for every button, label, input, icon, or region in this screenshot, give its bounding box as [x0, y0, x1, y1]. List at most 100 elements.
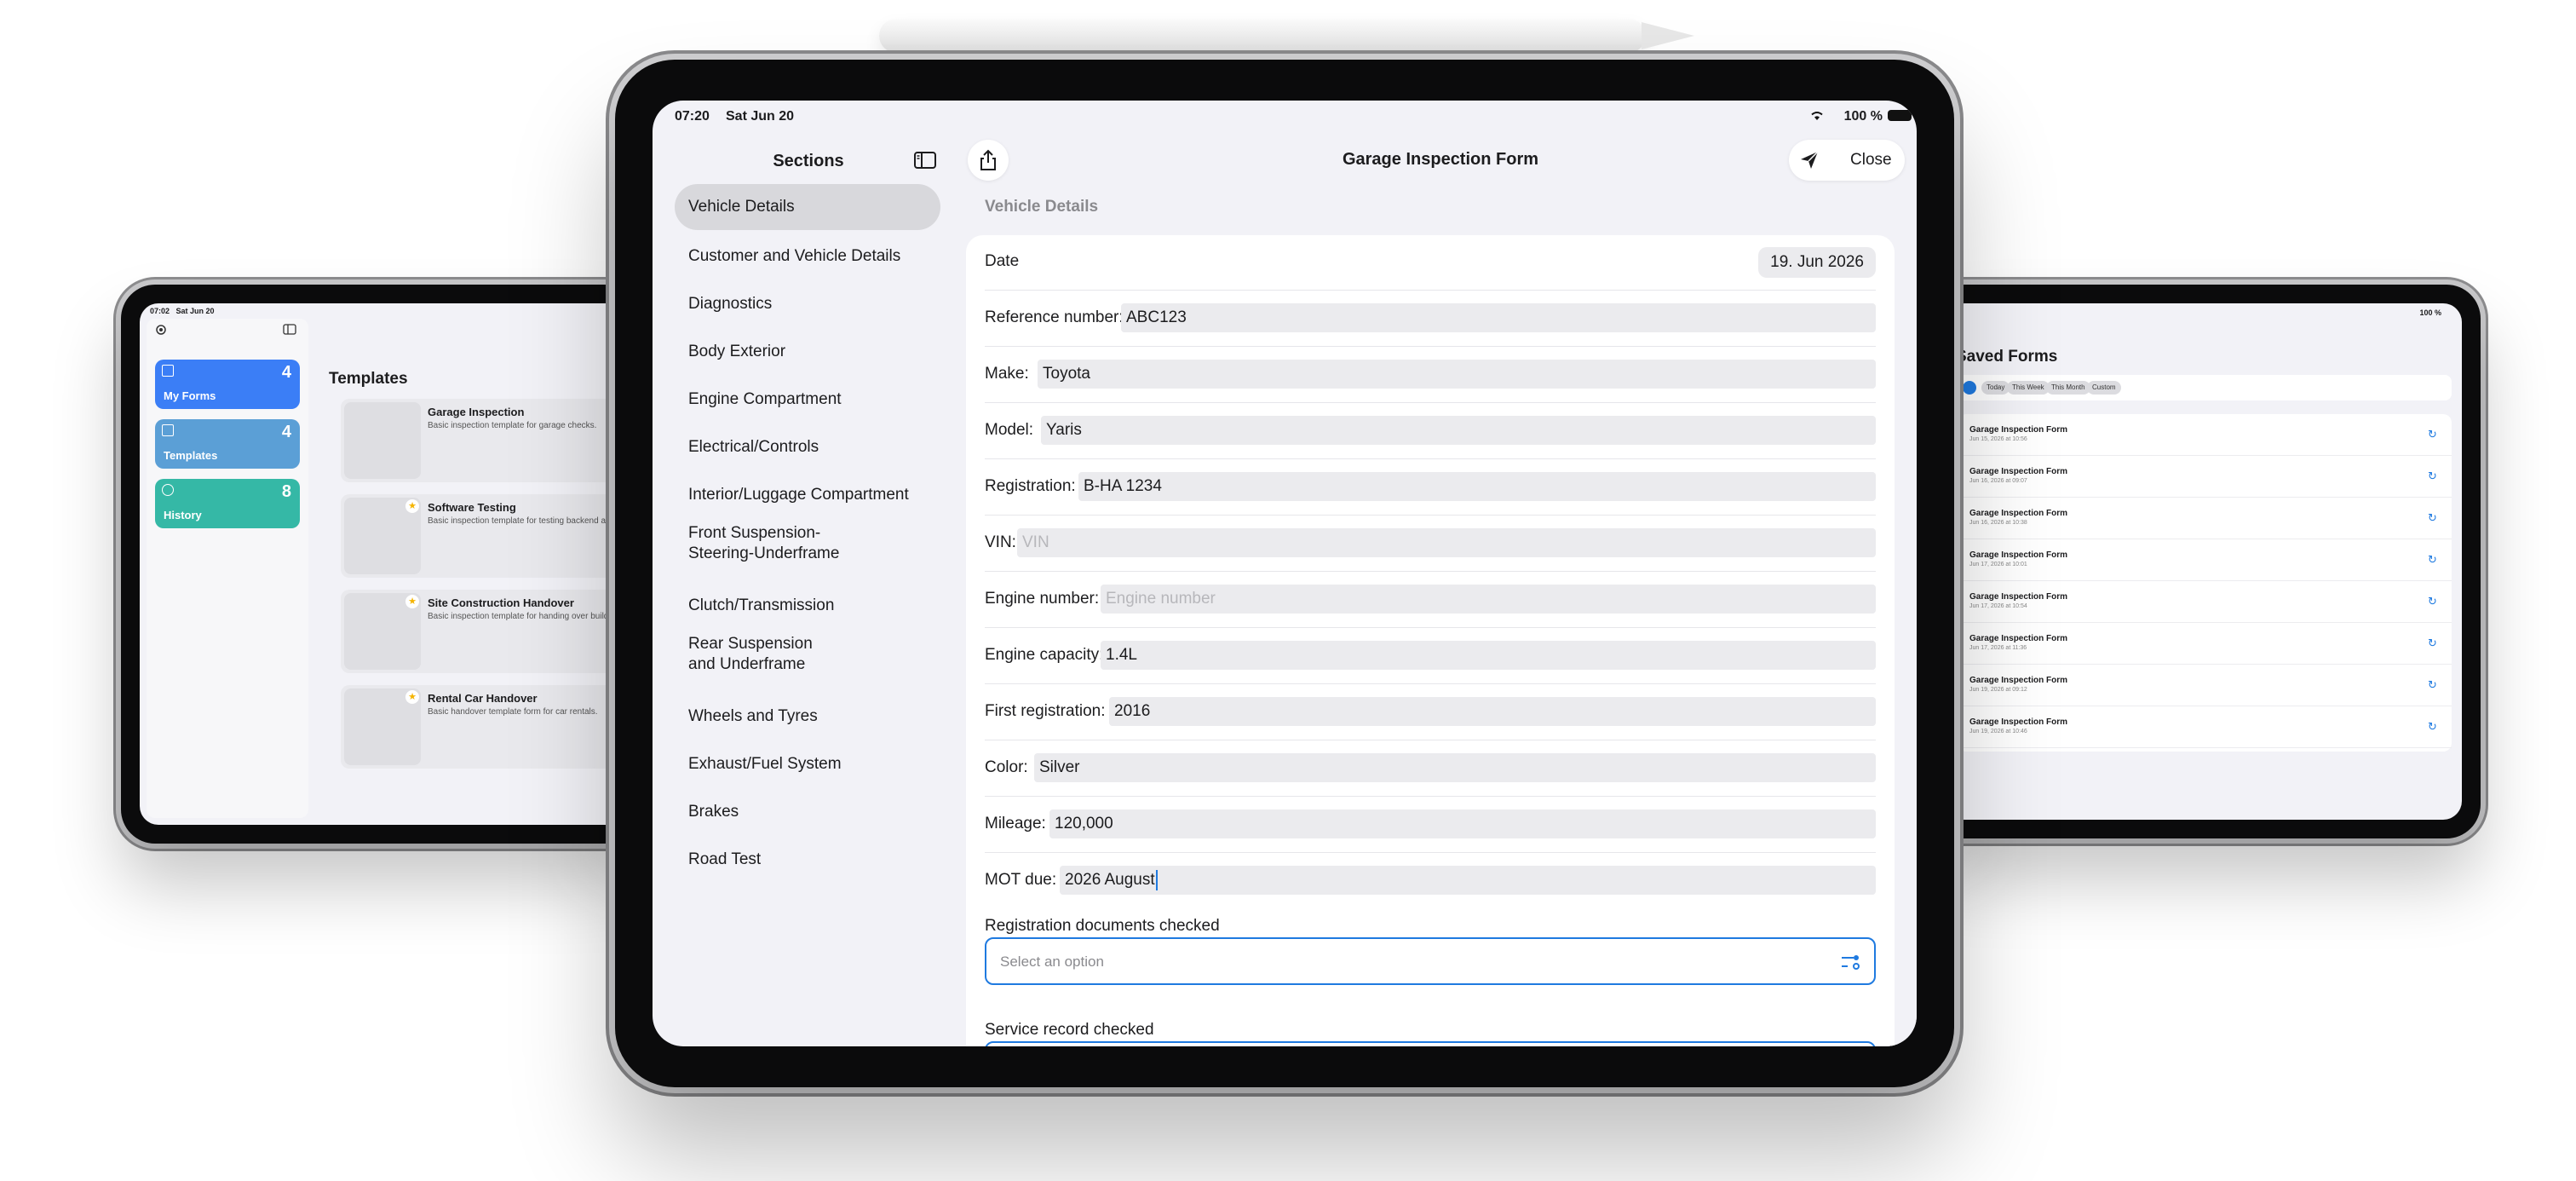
field-input[interactable]: VIN	[1017, 528, 1876, 557]
right-ipad: 100 % Saved Forms All Today This Week This …	[1927, 285, 2481, 838]
field-label: Make:	[985, 365, 1029, 383]
section-item-electrical-controls[interactable]: Electrical/Controls	[675, 424, 940, 470]
saved-form-title: Garage Inspection Form	[1969, 509, 2068, 518]
favorite-star-icon[interactable]: ★	[405, 499, 419, 513]
sidebar-toggle-icon[interactable]	[913, 150, 937, 170]
field-input[interactable]: Yaris	[1041, 416, 1876, 445]
saved-form-row[interactable]: Garage Inspection Form Jun 15, 2026 at 10…	[1958, 414, 2452, 456]
left-status-date: Sat Jun 20	[175, 307, 215, 315]
filter-chip[interactable]: This Month	[2046, 381, 2090, 395]
form-title: Garage Inspection Form	[1342, 150, 1539, 169]
question-label: Service record checked	[985, 1021, 1154, 1039]
marketing-stage: 07:02 Sat Jun 20 4 My Forms 4 Templates 8 His…	[0, 0, 2576, 1181]
field-row-mot-due: MOT due: 2026 August	[985, 854, 1876, 909]
option-select[interactable]: Select an option	[985, 937, 1876, 985]
saved-form-row[interactable]: Garage Inspection Form Jun 17, 2026 at 10…	[1958, 539, 2452, 581]
field-input[interactable]: ABC123	[1121, 303, 1876, 332]
section-item-rear-suspension-and-underframe[interactable]: Rear Suspension and Underframe	[675, 631, 940, 678]
select-placeholder: Select an option	[1000, 953, 1104, 970]
vehicle-details-card: Date 19. Jun 2026 Reference number: ABC12…	[966, 235, 1895, 1046]
option-select[interactable]	[985, 1041, 1876, 1046]
saved-form-date: Jun 19, 2026 at 10:46	[1969, 729, 2027, 735]
saved-form-row[interactable]: Garage Inspection Form Jun 17, 2026 at 11…	[1958, 623, 2452, 665]
reload-icon[interactable]: ↻	[2428, 595, 2440, 608]
reload-icon[interactable]: ↻	[2428, 428, 2440, 441]
field-input[interactable]: Toyota	[1038, 360, 1876, 389]
field-input[interactable]: 1.4L	[1101, 641, 1876, 670]
summary-card-templates[interactable]: 4 Templates	[155, 419, 300, 469]
summary-card-my-forms[interactable]: 4 My Forms	[155, 360, 300, 409]
field-input[interactable]: Engine number	[1101, 585, 1876, 614]
template-title: Software Testing	[428, 501, 516, 514]
filter-chip[interactable]: This Week	[2007, 381, 2050, 395]
section-item-exhaust-fuel-system[interactable]: Exhaust/Fuel System	[675, 741, 940, 787]
field-input[interactable]: Silver	[1034, 753, 1876, 782]
template-tile[interactable]: ★ Software Testing Basic inspection templa…	[341, 494, 632, 578]
template-tile[interactable]: ★ Rental Car Handover Basic handover templ…	[341, 685, 632, 769]
send-icon[interactable]	[1799, 150, 1820, 170]
field-input[interactable]: 2026 August	[1060, 866, 1876, 895]
saved-form-date: Jun 19, 2026 at 09:12	[1969, 687, 2027, 693]
template-description: Basic inspection template for handing ov…	[428, 612, 632, 621]
pencil-body	[879, 19, 1646, 53]
section-item-brakes[interactable]: Brakes	[675, 789, 940, 835]
section-item-customer-and-vehicle-details[interactable]: Customer and Vehicle Details	[675, 233, 940, 279]
field-row-make: Make: Toyota	[985, 348, 1876, 403]
template-illustration: ★	[344, 593, 421, 670]
field-input[interactable]: 2016	[1109, 697, 1876, 726]
wifi-icon	[1811, 112, 1823, 120]
home-sidebar: 4 My Forms 4 Templates 8 History	[147, 319, 308, 818]
slider-filter-icon	[1842, 955, 1860, 970]
section-item-interior-luggage-compartment[interactable]: Interior/Luggage Compartment	[675, 472, 940, 518]
saved-forms-title: Saved Forms	[1956, 348, 2058, 366]
template-tile[interactable]: Garage Inspection Basic inspection templa…	[341, 399, 632, 482]
field-label: Color:	[985, 758, 1028, 776]
section-item-road-test[interactable]: Road Test	[675, 837, 940, 883]
section-item-wheels-and-tyres[interactable]: Wheels and Tyres	[675, 694, 940, 740]
date-picker[interactable]: 19. Jun 2026	[1758, 247, 1876, 278]
field-input[interactable]: B-HA 1234	[1078, 472, 1876, 501]
reload-icon[interactable]: ↻	[2428, 678, 2440, 691]
gear-icon[interactable]	[155, 324, 167, 336]
field-input[interactable]: 120,000	[1049, 809, 1876, 838]
status-date: Sat Jun 20	[726, 109, 795, 124]
saved-form-title: Garage Inspection Form	[1969, 676, 2068, 685]
template-tile[interactable]: ★ Site Construction Handover Basic inspect…	[341, 590, 632, 673]
filter-chip[interactable]: Today	[1981, 381, 2010, 395]
field-label: Engine capacity:	[985, 646, 1104, 664]
template-description: Basic inspection template for garage che…	[428, 421, 597, 430]
center-ipad-screen: 07:20 Sat Jun 20 100 % Sections Vehicle …	[653, 101, 1917, 1046]
saved-form-row[interactable]: Garage Inspection Form Jun 16, 2026 at 09…	[1958, 456, 2452, 498]
section-item-clutch-transmission[interactable]: Clutch/Transmission	[675, 583, 940, 629]
template-title: Rental Car Handover	[428, 692, 538, 705]
section-item-vehicle-details[interactable]: Vehicle Details	[675, 184, 940, 230]
battery-icon	[1888, 110, 1912, 121]
section-item-front-suspension-steering-underframe[interactable]: Front Suspension- Steering-Underframe	[675, 520, 940, 567]
summary-card-count: 4	[281, 423, 291, 441]
sections-sidebar: Sections Vehicle Details Customer and Veh…	[661, 133, 956, 1038]
favorite-star-icon[interactable]: ★	[405, 595, 419, 608]
reload-icon[interactable]: ↻	[2428, 470, 2440, 482]
section-item-diagnostics[interactable]: Diagnostics	[675, 281, 940, 327]
field-label: VIN:	[985, 533, 1016, 551]
clock-icon	[162, 484, 174, 496]
saved-form-row[interactable]: Garage Inspection Form Jun 19, 2026 at 10…	[1958, 706, 2452, 748]
close-button[interactable]: Close	[1850, 151, 1892, 170]
section-item-body-exterior[interactable]: Body Exterior	[675, 329, 940, 375]
saved-form-row[interactable]: Garage Inspection Form Jun 17, 2026 at 10…	[1958, 581, 2452, 623]
saved-form-row[interactable]: Garage Inspection Form Jun 16, 2026 at 10…	[1958, 498, 2452, 539]
summary-card-history[interactable]: 8 History	[155, 479, 300, 528]
reload-icon[interactable]: ↻	[2428, 511, 2440, 524]
filter-chip[interactable]: Custom	[2087, 381, 2121, 395]
favorite-star-icon[interactable]: ★	[405, 690, 419, 704]
section-item-engine-compartment[interactable]: Engine Compartment	[675, 377, 940, 423]
template-title: Garage Inspection	[428, 406, 525, 418]
battery-percent: 100 %	[1843, 109, 1883, 124]
filter-chip[interactable]: All	[1963, 381, 1976, 395]
saved-form-row[interactable]: Garage Inspection Form Jun 19, 2026 at 09…	[1958, 665, 2452, 706]
saved-form-date: Jun 17, 2026 at 10:54	[1969, 603, 2027, 609]
reload-icon[interactable]: ↻	[2428, 637, 2440, 649]
sidebar-toggle-icon[interactable]	[283, 324, 296, 335]
reload-icon[interactable]: ↻	[2428, 553, 2440, 566]
reload-icon[interactable]: ↻	[2428, 720, 2440, 733]
